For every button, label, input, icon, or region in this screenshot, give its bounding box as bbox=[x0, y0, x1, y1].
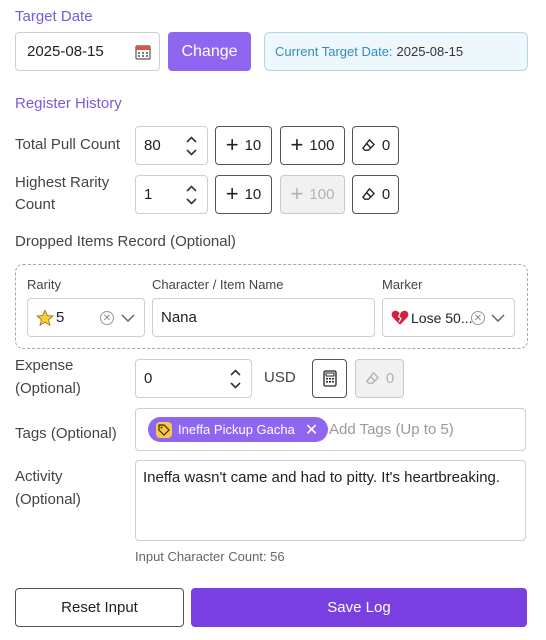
plus-icon: + bbox=[225, 180, 239, 206]
expense-stepper[interactable] bbox=[230, 368, 241, 389]
marker-value: Lose 50... bbox=[411, 309, 473, 326]
current-target-date-value: 2025-08-15 bbox=[396, 44, 464, 59]
expense-reset-button[interactable]: 0 bbox=[355, 359, 404, 398]
item-name-header: Character / Item Name bbox=[152, 277, 284, 292]
current-target-date-info: Current Target Date: 2025-08-15 bbox=[264, 32, 528, 71]
register-history-title: Register History bbox=[15, 95, 122, 112]
rarity-select[interactable]: 5 ✕ bbox=[27, 298, 145, 337]
tag-chip-label: Ineffa Pickup Gacha bbox=[178, 422, 295, 437]
marker-header: Marker bbox=[382, 277, 423, 292]
plus-icon: + bbox=[290, 180, 304, 206]
total-pull-value: 80 bbox=[144, 137, 161, 154]
add10-label: 10 bbox=[244, 137, 262, 154]
eraser-icon bbox=[362, 188, 375, 200]
clear-icon[interactable]: ✕ bbox=[100, 311, 114, 325]
item-name-value: Nana bbox=[161, 309, 197, 326]
tags-placeholder: Add Tags (Up to 5) bbox=[329, 421, 454, 438]
chevron-down-icon bbox=[121, 314, 135, 322]
expense-label-line1: Expense bbox=[15, 357, 74, 374]
highest-rarity-add10-button[interactable]: + 10 bbox=[215, 175, 272, 214]
reset-zero-label: 0 bbox=[381, 137, 391, 154]
calendar-icon[interactable] bbox=[135, 44, 151, 64]
chevron-down-icon bbox=[491, 314, 505, 322]
add100-label: 100 bbox=[309, 137, 335, 154]
target-date-value: 2025-08-15 bbox=[27, 43, 104, 60]
reset-zero-label: 0 bbox=[385, 370, 395, 387]
total-pull-reset-button[interactable]: 0 bbox=[352, 126, 399, 165]
calculator-icon bbox=[322, 370, 337, 387]
highest-rarity-reset-button[interactable]: 0 bbox=[352, 175, 399, 214]
add100-label: 100 bbox=[309, 186, 335, 203]
highest-rarity-label-line2: Count bbox=[15, 196, 56, 213]
currency-label: USD bbox=[264, 369, 296, 386]
total-pull-label: Total Pull Count bbox=[15, 136, 121, 153]
marker-select[interactable]: Lose 50... ✕ bbox=[382, 298, 515, 337]
remove-tag-icon[interactable]: ✕ bbox=[305, 420, 318, 440]
activity-label-line2: (Optional) bbox=[15, 491, 81, 508]
reset-zero-label: 0 bbox=[381, 186, 391, 203]
expense-label-line2: (Optional) bbox=[15, 380, 81, 397]
chevron-up-icon bbox=[230, 368, 241, 376]
total-pull-input[interactable]: 80 bbox=[135, 126, 208, 165]
target-date-title: Target Date bbox=[15, 8, 93, 25]
highest-rarity-label-line1: Highest Rarity bbox=[15, 174, 110, 191]
highest-rarity-input[interactable]: 1 bbox=[135, 175, 208, 214]
target-date-input[interactable]: 2025-08-15 bbox=[15, 32, 160, 71]
rarity-value: 5 bbox=[56, 309, 65, 326]
change-date-button[interactable]: Change bbox=[168, 32, 251, 71]
chevron-up-icon bbox=[186, 135, 197, 143]
chevron-up-icon bbox=[186, 184, 197, 192]
tags-label: Tags (Optional) bbox=[15, 425, 117, 442]
eraser-icon bbox=[366, 372, 379, 384]
chevron-down-icon bbox=[186, 148, 197, 156]
highest-rarity-value: 1 bbox=[144, 186, 153, 203]
chevron-down-icon bbox=[230, 381, 241, 389]
rarity-header: Rarity bbox=[27, 277, 61, 292]
activity-textarea[interactable]: Ineffa wasn't came and had to pitty. It'… bbox=[135, 460, 526, 541]
plus-icon: + bbox=[290, 131, 304, 157]
calculator-button[interactable] bbox=[312, 359, 347, 398]
add10-label: 10 bbox=[244, 186, 262, 203]
broken-heart-icon bbox=[391, 310, 409, 325]
activity-label-line1: Activity bbox=[15, 468, 63, 485]
chevron-down-icon bbox=[186, 197, 197, 205]
tag-icon bbox=[156, 421, 172, 438]
expense-value: 0 bbox=[144, 370, 153, 387]
highest-rarity-add100-button[interactable]: + 100 bbox=[280, 175, 345, 214]
total-pull-stepper[interactable] bbox=[186, 135, 197, 156]
reset-input-button[interactable]: Reset Input bbox=[15, 588, 184, 627]
eraser-icon bbox=[362, 139, 375, 151]
clear-icon[interactable]: ✕ bbox=[471, 311, 485, 325]
save-log-button[interactable]: Save Log bbox=[191, 588, 527, 627]
dropped-items-label: Dropped Items Record (Optional) bbox=[15, 233, 236, 250]
total-pull-add10-button[interactable]: + 10 bbox=[215, 126, 272, 165]
star-icon bbox=[36, 308, 54, 326]
plus-icon: + bbox=[225, 131, 239, 157]
tag-chip[interactable]: Ineffa Pickup Gacha ✕ bbox=[148, 417, 329, 442]
expense-input[interactable]: 0 bbox=[135, 359, 252, 398]
current-target-date-label: Current Target Date: bbox=[275, 44, 393, 59]
highest-rarity-stepper[interactable] bbox=[186, 184, 197, 205]
char-count: Input Character Count: 56 bbox=[135, 549, 285, 564]
item-name-input[interactable]: Nana bbox=[152, 298, 375, 337]
total-pull-add100-button[interactable]: + 100 bbox=[280, 126, 345, 165]
